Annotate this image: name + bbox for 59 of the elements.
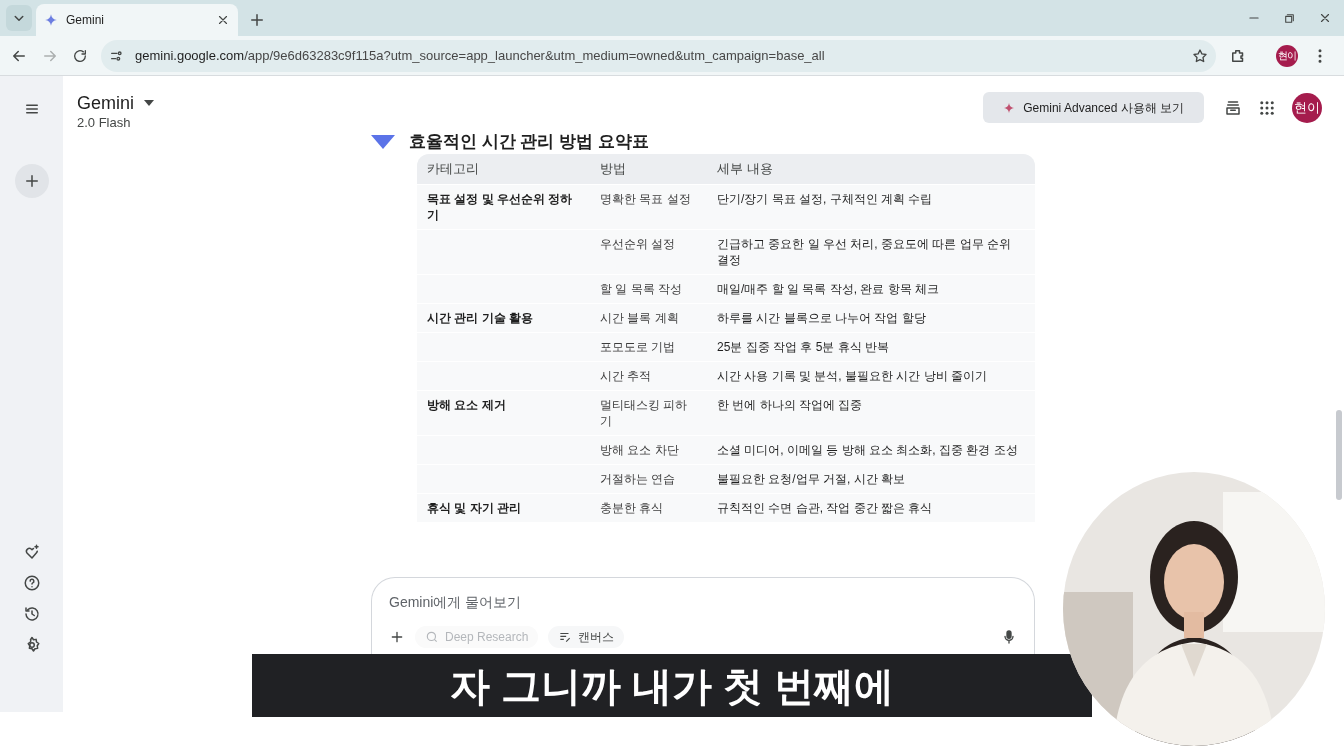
table-cell: 불필요한 요청/업무 거절, 시간 확보 (717, 472, 905, 486)
lines-pen-icon (558, 630, 573, 644)
subtitle-caption: 자 그니까 내가 첫 번째에 (252, 654, 1092, 717)
user-avatar[interactable]: 현이 (1292, 92, 1322, 123)
table-cell: 방해 요소 제거 (427, 398, 506, 412)
table-cell: 거절하는 연습 (600, 472, 676, 486)
table-cell: 시간 관리 기술 활용 (427, 311, 533, 325)
close-icon[interactable] (216, 13, 230, 27)
profile-avatar[interactable]: 현이 (1276, 44, 1298, 67)
column-header: 카테고리 (426, 160, 480, 179)
bookmark-star-icon[interactable] (1192, 47, 1208, 64)
sparkle-icon (44, 13, 58, 27)
table-cell: 단기/장기 목표 설정, 구체적인 계획 수립 (717, 192, 933, 206)
address-bar[interactable]: gemini.google.com/app/9e6d63283c9f115a?utm_source=app_launcher&utm_medium=owned&utm_campaign=base_all (101, 39, 1216, 72)
table-cell: 포모도로 기법 (600, 340, 676, 354)
apps-grid-icon[interactable] (1258, 98, 1276, 117)
app-title[interactable]: Gemini (77, 92, 134, 114)
table-cell: 충분한 휴식 (600, 501, 664, 515)
tool-chip[interactable]: 캔버스 (548, 626, 625, 648)
table-cell: 한 번에 하나의 작업에 집중 (717, 398, 863, 412)
gemini-logo-icon (371, 135, 395, 149)
table-cell: 시간 블록 계획 (600, 311, 679, 325)
restore-icon[interactable] (1283, 11, 1296, 25)
new-chat-button[interactable] (14, 164, 49, 198)
reload-icon[interactable] (72, 47, 88, 64)
table-cell: 할 일 목록 작성 (600, 282, 682, 296)
caret-icon[interactable] (144, 100, 154, 106)
scrollbar-thumb[interactable] (1336, 410, 1342, 500)
close-icon[interactable] (1318, 11, 1332, 25)
history-icon[interactable] (22, 605, 41, 623)
table-cell: 방해 요소 차단 (600, 443, 679, 457)
table-cell: 하루를 시간 블록으로 나누어 작업 할당 (717, 311, 926, 325)
table-cell: 소셜 미디어, 이메일 등 방해 요소 최소화, 집중 환경 조성 (717, 443, 1018, 457)
add-icon[interactable] (389, 629, 405, 645)
globe-search-icon (425, 630, 439, 644)
table-cell: 휴식 및 자기 관리 (427, 501, 521, 515)
url-text: gemini.google.com/app/9e6d63283c9f115a?utm_source=app_launcher&utm_medium=owned&utm_campaign=base_all (135, 46, 826, 65)
table-cell: 우선순위 설정 (600, 237, 676, 251)
tab-title: Gemini (66, 12, 105, 29)
table-cell: 긴급하고 중요한 일 우선 처리, 중요도에 따른 업무 순위 결정 (717, 237, 1011, 267)
table-cell: 25분 집중 작업 후 5분 휴식 반복 (717, 340, 890, 354)
new-tab-icon[interactable] (248, 11, 266, 29)
table-cell: 멀티태스킹 피하기 (600, 398, 688, 428)
model-name: 2.0 Flash (77, 114, 132, 132)
table-cell: 목표 설정 및 우선순위 정하기 (427, 192, 573, 222)
drawer-icon[interactable] (1224, 98, 1242, 117)
response-heading: 효율적인 시간 관리 방법 요약표 (409, 132, 649, 152)
table-cell: 시간 추적 (600, 369, 652, 383)
mic-icon[interactable] (1001, 629, 1017, 645)
table-cell: 시간 사용 기록 및 분석, 불필요한 시간 낭비 줄이기 (717, 369, 987, 383)
upgrade-button[interactable]: Gemini Advanced 사용해 보기 (983, 92, 1204, 123)
table-cell: 명확한 목표 설정 (600, 192, 691, 206)
help-icon[interactable] (22, 574, 41, 592)
table-cell: 매일/매주 할 일 목록 작성, 완료 항목 체크 (717, 282, 939, 296)
column-header: 세부 내용 (716, 160, 774, 179)
column-header: 방법 (599, 160, 627, 179)
table-cell: 규칙적인 수면 습관, 작업 중간 짧은 휴식 (717, 501, 933, 515)
prompt-input[interactable]: Gemini에게 물어보기 (389, 592, 1017, 613)
browser-tab[interactable]: Gemini (36, 4, 238, 36)
